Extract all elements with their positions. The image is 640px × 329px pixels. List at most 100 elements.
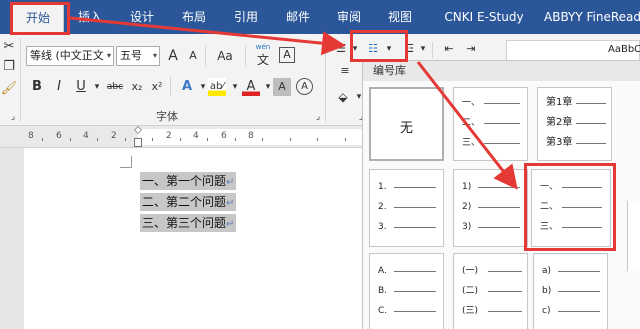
font-group-label: 字体 (156, 110, 178, 123)
align-left-button[interactable]: ≡ (336, 62, 354, 80)
ruler-tick (70, 138, 71, 141)
placeholder-line (478, 227, 520, 228)
library-scroll-edge (627, 201, 640, 271)
font-name-value: 等线 (中文正文 (30, 49, 104, 62)
increase-indent-button[interactable]: ⇥ (462, 40, 480, 58)
chevron-down-icon: ▾ (106, 51, 111, 60)
group-separator (20, 38, 21, 122)
paragraph-mark: ↵ (226, 219, 235, 230)
number-label: B. (378, 286, 388, 296)
numbering-arabic-paren-option[interactable]: 1) 2) 3) (453, 169, 528, 247)
placeholder-line (576, 123, 606, 124)
tab-view[interactable]: 视图 (382, 0, 418, 34)
list-item[interactable]: 二、第二个问题↵ (140, 193, 237, 211)
divider (170, 76, 171, 96)
cut-icon[interactable]: ✂ (0, 38, 18, 56)
home-tab-highlight (10, 2, 70, 35)
ruler-number: 4 (193, 131, 199, 141)
ruler-tick (235, 138, 236, 141)
ruler-tick (42, 138, 43, 141)
enclose-characters-button[interactable]: A (296, 78, 313, 95)
grow-font-button[interactable]: A (164, 47, 182, 65)
number-label: 第3章 (546, 137, 573, 148)
paragraph-mark: ↵ (226, 177, 235, 188)
ruler-number: 4 (83, 131, 89, 141)
left-indent-marker[interactable] (134, 138, 142, 147)
character-shading-button[interactable]: A (273, 78, 291, 96)
numbering-library-title: 编号库 (363, 61, 640, 81)
placeholder-line (488, 311, 522, 312)
placeholder-line (394, 207, 436, 208)
numbering-chapter-option[interactable]: 第1章 第2章 第3章 (537, 87, 612, 161)
font-name-combo[interactable]: 等线 (中文正文 ▾ (26, 46, 114, 66)
number-label: 第2章 (546, 117, 573, 128)
ruler-tick (207, 138, 208, 141)
ruler-tick (290, 138, 291, 141)
chosen-format-highlight (524, 163, 616, 251)
tab-design[interactable]: 设计 (124, 0, 160, 34)
strikethrough-button[interactable]: abc (104, 78, 126, 96)
number-label: 1) (462, 182, 472, 192)
italic-button[interactable]: I (50, 78, 68, 96)
numbering-none-option[interactable]: 无 (369, 87, 444, 161)
format-painter-icon[interactable]: 🖌 (0, 80, 18, 98)
paragraph-mark: ↵ (226, 198, 235, 209)
number-label: a) (542, 266, 552, 276)
tab-cnki-estudy[interactable]: CNKI E-Study (434, 0, 534, 34)
placeholder-line (558, 311, 600, 312)
copy-icon[interactable]: ❐ (0, 58, 18, 76)
placeholder-line (558, 271, 600, 272)
list-item-text: 三、第三个问题 (142, 216, 227, 230)
numbering-cn-paren-option[interactable]: (一) (二) (三) (453, 253, 528, 329)
font-size-combo[interactable]: 五号 ▾ (116, 46, 160, 66)
ruler-number: 8 (248, 131, 254, 141)
number-label: 3. (378, 222, 387, 232)
numbering-upper-alpha-option[interactable]: A. B. C. (369, 253, 444, 329)
number-label: (三) (462, 306, 479, 316)
ruler-number: 2 (111, 131, 117, 141)
divider (245, 46, 246, 66)
superscript-button[interactable]: x² (148, 78, 166, 96)
number-label: b) (542, 286, 552, 296)
decrease-indent-button[interactable]: ⇤ (440, 40, 458, 58)
placeholder-line (484, 143, 520, 144)
phonetic-guide-button[interactable]: wén 文 (251, 43, 275, 68)
highlight-color-button[interactable]: ab⁄ (208, 78, 226, 96)
shrink-font-button[interactable]: A (184, 47, 202, 65)
ruler-tick (97, 138, 98, 141)
number-label: (一) (462, 266, 479, 276)
tab-references[interactable]: 引用 (228, 0, 264, 34)
tab-insert[interactable]: 插入 (72, 0, 108, 34)
tab-review[interactable]: 审阅 (331, 0, 367, 34)
change-case-button[interactable]: Aa (212, 47, 238, 65)
placeholder-line (478, 187, 520, 188)
placeholder-line (576, 103, 606, 104)
number-label: 第1章 (546, 97, 573, 108)
ruler-tick (345, 138, 346, 141)
font-color-button[interactable]: A (242, 78, 260, 96)
tab-abbyy-finereader[interactable]: ABBYY FineRead (544, 0, 640, 34)
document-page[interactable]: 一、第一个问题↵ 二、第二个问题↵ 三、第三个问题↵ (24, 148, 362, 329)
character-border-button[interactable]: A (279, 47, 295, 63)
chevron-down-icon[interactable]: ▾ (414, 40, 432, 58)
number-label: 2) (462, 202, 472, 212)
list-item-text: 一、第一个问题 (142, 174, 227, 188)
ruler-tick (152, 138, 153, 141)
tab-mailings[interactable]: 邮件 (280, 0, 316, 34)
numbering-cn-dun-option[interactable]: 一、 二、 三、 (453, 87, 528, 161)
chevron-down-icon: ▾ (152, 51, 157, 60)
list-item[interactable]: 三、第三个问题↵ (140, 214, 237, 232)
divider (205, 46, 206, 66)
style-preview-text: AaBbCcD (608, 44, 640, 55)
divider (432, 42, 433, 58)
font-size-value: 五号 (120, 49, 142, 62)
bold-button[interactable]: B (28, 78, 46, 96)
number-label: C. (378, 306, 388, 316)
numbering-lower-alpha-option[interactable]: a) b) c) (533, 253, 608, 329)
list-item[interactable]: 一、第一个问题↵ (140, 172, 237, 190)
tab-layout[interactable]: 布局 (176, 0, 212, 34)
ruler-number: 6 (56, 131, 62, 141)
number-label: 三、 (462, 138, 481, 148)
subscript-button[interactable]: x₂ (128, 78, 146, 96)
numbering-arabic-dot-option[interactable]: 1. 2. 3. (369, 169, 444, 247)
